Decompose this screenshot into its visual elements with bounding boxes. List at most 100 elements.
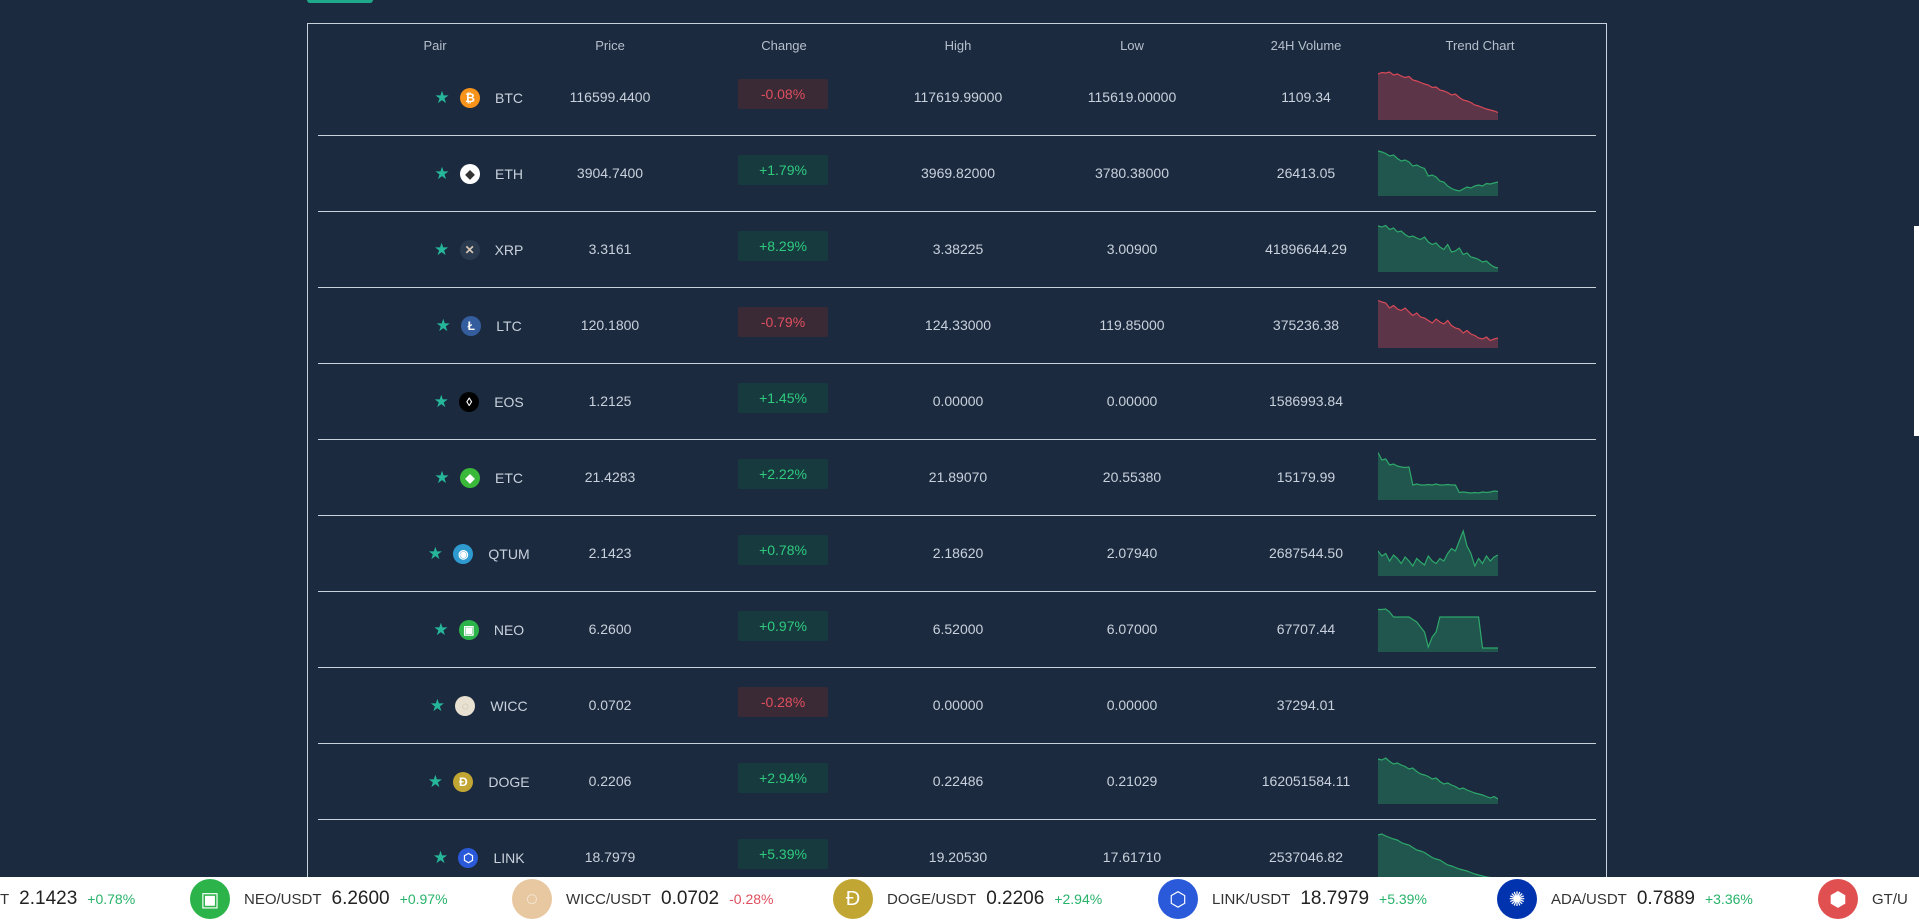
change-badge: -0.28% <box>738 687 828 717</box>
wicc-icon: ◌ <box>512 879 552 919</box>
table-row[interactable]: ★ ◆ ETH 3904.7400 3969.82000 3780.38000 26413.… <box>318 136 1596 212</box>
price-cell: 1.2125 <box>588 393 632 409</box>
ticker-change: +5.39% <box>1379 891 1427 907</box>
favorite-star-icon[interactable]: ★ <box>433 88 451 107</box>
pair-cell: ★ ◆ ETH <box>378 136 578 211</box>
chainlink-icon: ⬡ <box>458 847 479 868</box>
pair-symbol: LINK <box>493 849 525 866</box>
header-low[interactable]: Low <box>1120 38 1144 53</box>
high-cell: 0.00000 <box>932 393 984 409</box>
favorite-star-icon[interactable]: ★ <box>432 392 450 411</box>
trend-sparkline <box>1378 452 1498 500</box>
change-badge: +1.45% <box>738 383 828 413</box>
favorite-star-icon[interactable]: ★ <box>433 468 451 487</box>
xrp-icon: ✕ <box>459 239 480 260</box>
price-cell: 120.1800 <box>580 317 640 333</box>
trend-sparkline <box>1378 529 1498 576</box>
market-table: Pair Price Change High Low 24H Volume Tr… <box>307 23 1607 921</box>
header-pair[interactable]: Pair <box>423 38 446 53</box>
table-row[interactable]: ★ Ð DOGE 0.2206 0.22486 0.21029 162051584.11 +2… <box>318 744 1596 820</box>
price-cell: 3904.7400 <box>576 165 644 181</box>
pair-symbol: BTC <box>495 89 523 106</box>
ticker-item[interactable]: ✺ ADA/USDT 0.7889 +3.36% <box>1497 877 1753 921</box>
table-row[interactable]: ★ ◆ ETC 21.4283 21.89070 20.55380 15179.99 +2.2… <box>318 440 1596 516</box>
table-row[interactable]: ★ Ł LTC 120.1800 124.33000 119.85000 375236.38… <box>318 288 1596 364</box>
change-badge: +0.97% <box>738 611 828 641</box>
table-row[interactable]: ★ ▣ NEO 6.2600 6.52000 6.07000 67707.44 +0.97% <box>318 592 1596 668</box>
header-high[interactable]: High <box>945 38 972 53</box>
high-cell: 2.18620 <box>932 545 984 561</box>
favorite-star-icon[interactable]: ★ <box>434 316 452 335</box>
dogecoin-icon: Ð <box>453 771 474 792</box>
trend-area <box>1378 758 1498 804</box>
table-row[interactable]: ★ ◌ WICC 0.0702 0.00000 0.00000 37294.01 -0.28% <box>318 668 1596 744</box>
low-cell: 115619.00000 <box>1087 89 1177 105</box>
price-cell: 2.1423 <box>588 545 632 561</box>
page-scrollbar[interactable] <box>1914 226 1919 436</box>
low-cell: 3780.38000 <box>1095 165 1169 181</box>
pair-symbol: QTUM <box>488 545 530 562</box>
ticker-change: +0.97% <box>399 891 448 907</box>
ethereum-icon: ◆ <box>460 163 480 184</box>
high-cell: 124.33000 <box>924 317 992 333</box>
ticker-item[interactable]: ⬡ LINK/USDT 18.7979 +5.39% <box>1158 877 1427 921</box>
ticker-price: 2.1423 <box>19 888 78 909</box>
trend-sparkline <box>1378 150 1498 196</box>
favorite-star-icon[interactable]: ★ <box>426 544 444 563</box>
table-row[interactable]: ★ ✕ XRP 3.3161 3.38225 3.00900 41896644.29 +8.2… <box>318 212 1596 288</box>
ticker-item[interactable]: ◌ WICC/USDT 0.0702 -0.28% <box>512 877 773 921</box>
favorite-star-icon[interactable]: ★ <box>431 848 449 867</box>
change-badge: -0.08% <box>738 79 828 109</box>
pair-symbol: EOS <box>494 393 524 410</box>
ticker-change: +3.36% <box>1704 891 1753 907</box>
high-cell: 3.38225 <box>932 241 984 257</box>
ticker-item[interactable]: ▣ NEO/USDT 6.2600 +0.97% <box>190 877 448 921</box>
table-row[interactable]: ★ ₿ BTC 116599.4400 117619.99000 115619.00000… <box>318 60 1596 136</box>
header-price[interactable]: Price <box>595 38 625 53</box>
pair-symbol: LTC <box>496 317 522 334</box>
gatetoken-icon: ⬢ <box>1818 879 1858 919</box>
qtum-icon: ◉ <box>453 543 474 564</box>
low-cell: 0.00000 <box>1106 697 1158 713</box>
volume-cell: 1109.34 <box>1281 89 1331 105</box>
volume-cell: 37294.01 <box>1276 697 1336 713</box>
active-tab-indicator <box>307 0 373 3</box>
ticker-change: +2.94% <box>1054 891 1103 907</box>
table-row[interactable]: ★ ◉ QTUM 2.1423 2.18620 2.07940 2687544.50 +0.7… <box>318 516 1596 592</box>
change-badge: +0.78% <box>738 535 828 565</box>
high-cell: 0.00000 <box>932 697 984 713</box>
ticker-item[interactable]: T 2.1423 +0.78% <box>0 877 135 921</box>
favorite-star-icon[interactable]: ★ <box>432 620 450 639</box>
volume-cell: 26413.05 <box>1276 165 1336 181</box>
table-row[interactable]: ★ ◊ EOS 1.2125 0.00000 0.00000 1586993.84 +1.45… <box>318 364 1596 440</box>
neo-icon: ▣ <box>458 619 479 640</box>
pair-cell: ★ ◌ WICC <box>378 668 578 743</box>
pair-cell: ★ ◊ EOS <box>378 364 578 439</box>
ticker-change: -0.28% <box>729 891 774 907</box>
pair-symbol: DOGE <box>488 773 530 790</box>
header-volume[interactable]: 24H Volume <box>1271 38 1342 53</box>
trend-area <box>1378 531 1498 576</box>
ticker-item[interactable]: ⬢ GT/U <box>1818 877 1919 921</box>
ticker-price: 0.7889 <box>1636 888 1695 909</box>
change-badge: -0.79% <box>738 307 828 337</box>
ticker-pair: NEO/USDT <box>244 890 322 908</box>
change-badge: +8.29% <box>738 231 828 261</box>
trend-area <box>1378 225 1498 272</box>
ticker-pair: ADA/USDT <box>1551 890 1627 908</box>
header-change[interactable]: Change <box>761 38 807 53</box>
ticker-item[interactable]: Ð DOGE/USDT 0.2206 +2.94% <box>833 877 1102 921</box>
pair-symbol: ETH <box>495 165 523 182</box>
favorite-star-icon[interactable]: ★ <box>433 164 451 183</box>
cardano-icon: ✺ <box>1497 879 1537 919</box>
pair-cell: ★ ₿ BTC <box>378 60 578 135</box>
pair-symbol: ETC <box>495 469 523 486</box>
change-badge: +2.22% <box>738 459 828 489</box>
pair-cell: ★ Ð DOGE <box>378 744 578 819</box>
favorite-star-icon[interactable]: ★ <box>433 240 451 259</box>
low-cell: 0.21029 <box>1106 773 1158 789</box>
favorite-star-icon[interactable]: ★ <box>428 696 446 715</box>
chainlink-icon: ⬡ <box>1158 879 1198 919</box>
price-ticker-bar: T 2.1423 +0.78% ▣ NEO/USDT 6.2600 +0.97% ◌ WICC/… <box>0 877 1919 921</box>
favorite-star-icon[interactable]: ★ <box>426 772 444 791</box>
